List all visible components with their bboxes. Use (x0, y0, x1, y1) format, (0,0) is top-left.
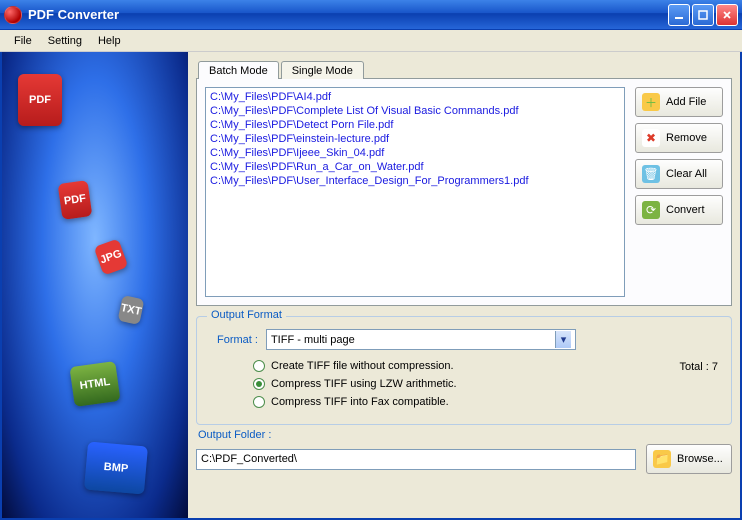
mode-tabs: Batch Mode Single Mode (196, 60, 732, 78)
pdf-icon: PDF (58, 180, 93, 220)
remove-button[interactable]: ✖ Remove (635, 123, 723, 153)
radio-icon (253, 378, 265, 390)
list-item[interactable]: C:\My_Files\PDF\User_Interface_Design_Fo… (210, 174, 620, 188)
convert-label: Convert (666, 204, 705, 216)
clear-all-label: Clear All (666, 168, 707, 180)
tab-batch-mode[interactable]: Batch Mode (198, 61, 279, 79)
bmp-icon: BMP (84, 441, 148, 494)
file-list[interactable]: C:\My_Files\PDF\AI4.pdf C:\My_Files\PDF\… (205, 87, 625, 297)
menu-help[interactable]: Help (90, 33, 129, 49)
maximize-button[interactable] (692, 4, 714, 26)
chevron-down-icon: ▾ (555, 331, 571, 348)
browse-button[interactable]: 📁 Browse... (646, 444, 732, 474)
pdf-icon: PDF (18, 74, 62, 126)
list-item[interactable]: C:\My_Files\PDF\Detect Porn File.pdf (210, 118, 620, 132)
radio-fax[interactable]: Compress TIFF into Fax compatible. (253, 396, 721, 408)
add-file-button[interactable]: ＋ Add File (635, 87, 723, 117)
output-folder-value: C:\PDF_Converted\ (201, 453, 297, 465)
radio-icon (253, 396, 265, 408)
menu-setting[interactable]: Setting (40, 33, 90, 49)
window-title: PDF Converter (28, 7, 668, 22)
output-format-group: Output Format Format : TIFF - multi page… (196, 316, 732, 425)
html-icon: HTML (69, 361, 120, 407)
titlebar: PDF Converter (0, 0, 742, 30)
batch-panel: C:\My_Files\PDF\AI4.pdf C:\My_Files\PDF\… (196, 78, 732, 306)
radio-label: Compress TIFF into Fax compatible. (271, 396, 449, 408)
menubar: File Setting Help (0, 30, 742, 52)
format-select[interactable]: TIFF - multi page ▾ (266, 329, 576, 350)
main-panel: Batch Mode Single Mode C:\My_Files\PDF\A… (188, 52, 740, 518)
menu-file[interactable]: File (6, 33, 40, 49)
list-item[interactable]: C:\My_Files\PDF\einstein-lecture.pdf (210, 132, 620, 146)
radio-label: Create TIFF file without compression. (271, 360, 454, 372)
output-folder-input[interactable]: C:\PDF_Converted\ (196, 449, 636, 470)
app-icon (4, 6, 22, 24)
txt-icon: TXT (118, 295, 145, 325)
format-value: TIFF - multi page (271, 334, 355, 346)
remove-icon: ✖ (642, 129, 660, 147)
add-file-label: Add File (666, 96, 706, 108)
output-folder-label: Output Folder : (198, 429, 732, 441)
list-item[interactable]: C:\My_Files\PDF\Run_a_Car_on_Water.pdf (210, 160, 620, 174)
list-item[interactable]: C:\My_Files\PDF\Ijeee_Skin_04.pdf (210, 146, 620, 160)
browse-label: Browse... (677, 453, 723, 465)
clear-all-icon: 🗑 (642, 165, 660, 183)
convert-icon: ⟳ (642, 201, 660, 219)
convert-button[interactable]: ⟳ Convert (635, 195, 723, 225)
tab-single-mode[interactable]: Single Mode (281, 61, 364, 79)
list-item[interactable]: C:\My_Files\PDF\Complete List Of Visual … (210, 104, 620, 118)
radio-label: Compress TIFF using LZW arithmetic. (271, 378, 457, 390)
radio-icon (253, 360, 265, 372)
add-file-icon: ＋ (642, 93, 660, 111)
minimize-button[interactable] (668, 4, 690, 26)
radio-no-compression[interactable]: Create TIFF file without compression. (253, 360, 721, 372)
remove-label: Remove (666, 132, 707, 144)
list-item[interactable]: C:\My_Files\PDF\AI4.pdf (210, 90, 620, 104)
radio-lzw[interactable]: Compress TIFF using LZW arithmetic. (253, 378, 721, 390)
format-label: Format : (217, 334, 258, 346)
clear-all-button[interactable]: 🗑 Clear All (635, 159, 723, 189)
jpg-icon: JPG (94, 238, 129, 275)
output-format-legend: Output Format (207, 309, 286, 321)
close-button[interactable] (716, 4, 738, 26)
folder-icon: 📁 (653, 450, 671, 468)
decorative-sidebar: PDF PDF JPG TXT HTML BMP (2, 52, 188, 518)
